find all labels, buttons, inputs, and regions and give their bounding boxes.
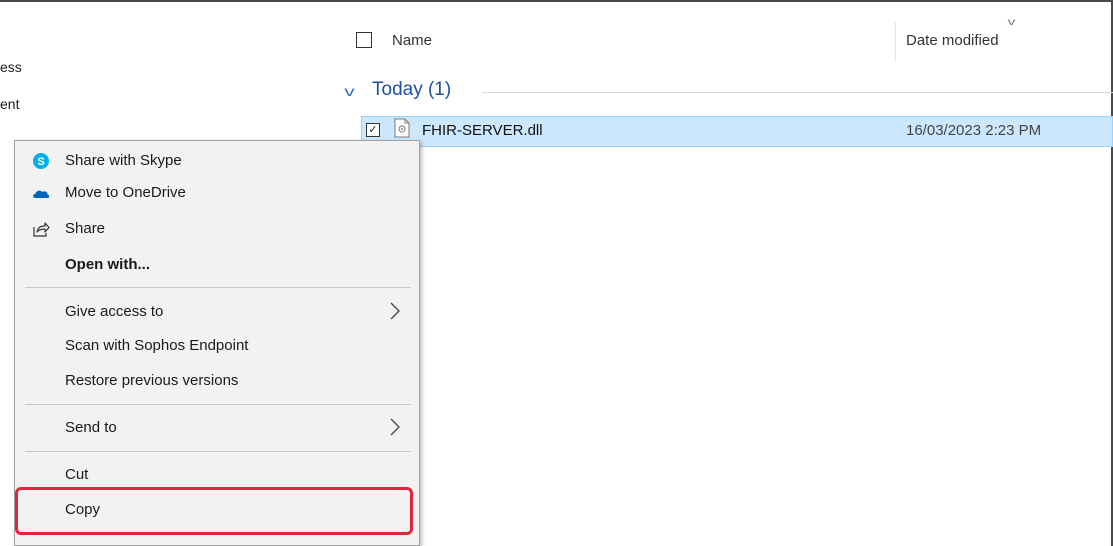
file-name[interactable]: FHIR-SERVER.dll <box>422 122 543 139</box>
menu-item-send-to[interactable]: Send to <box>15 412 419 444</box>
nav-item-partial-2[interactable]: ent <box>0 96 19 112</box>
column-header-date-modified[interactable]: Date modified <box>906 32 999 49</box>
nav-item-partial-1[interactable]: ess <box>0 59 22 75</box>
file-row-checkbox[interactable]: ✓ <box>366 123 380 137</box>
menu-item-scan-sophos[interactable]: Scan with Sophos Endpoint <box>15 330 419 362</box>
chevron-right-icon <box>390 302 400 320</box>
svg-text:S: S <box>37 156 44 168</box>
onedrive-icon <box>33 190 50 198</box>
select-all-checkbox[interactable] <box>356 32 372 48</box>
copy-highlight-annotation <box>15 487 413 535</box>
context-menu: S Share with Skype Move to OneDrive Shar… <box>14 140 420 546</box>
group-collapse-chevron-icon[interactable]: v <box>344 83 355 99</box>
window-border-top <box>0 0 1113 2</box>
menu-label-move-onedrive: Move to OneDrive <box>65 184 186 201</box>
menu-label-cut: Cut <box>65 466 89 483</box>
menu-item-share[interactable]: Share <box>15 213 419 245</box>
column-divider[interactable] <box>895 22 896 62</box>
group-divider <box>482 92 1113 93</box>
sort-chevron-down-icon: v <box>1007 17 1016 28</box>
menu-item-restore-versions[interactable]: Restore previous versions <box>15 365 419 397</box>
menu-label-scan-sophos: Scan with Sophos Endpoint <box>65 337 249 354</box>
menu-item-move-onedrive[interactable]: Move to OneDrive <box>15 177 419 209</box>
menu-item-give-access[interactable]: Give access to <box>15 296 419 328</box>
menu-label-give-access: Give access to <box>65 303 164 320</box>
menu-item-share-skype[interactable]: S Share with Skype <box>15 145 419 177</box>
file-date-modified: 16/03/2023 2:23 PM <box>906 122 1042 139</box>
menu-separator <box>25 404 411 405</box>
menu-separator <box>25 451 411 452</box>
menu-label-send-to: Send to <box>65 419 117 436</box>
menu-label-share: Share <box>65 220 106 237</box>
chevron-right-icon <box>390 418 400 436</box>
dll-file-icon <box>394 118 410 138</box>
menu-separator <box>25 287 411 288</box>
group-header-today[interactable]: Today (1) <box>372 79 451 101</box>
skype-icon: S <box>33 153 49 169</box>
menu-label-restore-versions: Restore previous versions <box>65 372 239 389</box>
column-header-name[interactable]: Name <box>392 32 432 49</box>
menu-label-open-with: Open with... <box>65 256 150 273</box>
menu-item-open-with[interactable]: Open with... <box>15 249 419 281</box>
share-icon <box>33 222 50 237</box>
menu-label-share-skype: Share with Skype <box>65 152 182 169</box>
